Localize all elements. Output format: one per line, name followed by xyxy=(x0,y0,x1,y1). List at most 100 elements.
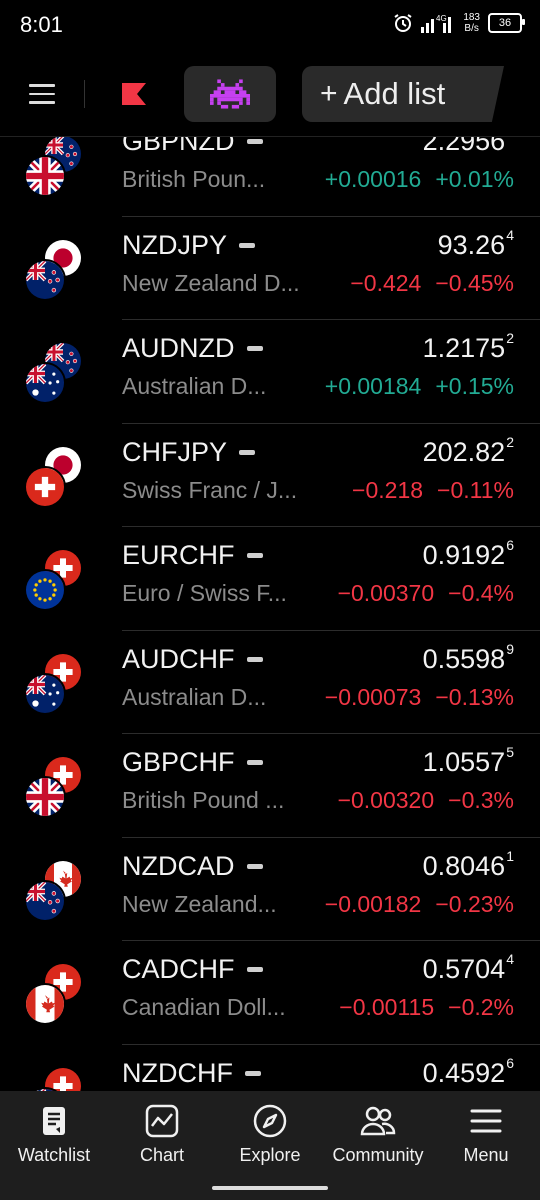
change-absolute: −0.218 xyxy=(352,476,424,503)
status-bar: 8:01 4G 183 B/s 36 xyxy=(0,0,540,50)
price-pip-digit: 2 xyxy=(506,330,514,346)
symbol-description: Euro / Swiss F... xyxy=(122,580,287,606)
symbol-name: GBPNZD xyxy=(122,137,263,157)
minus-icon[interactable] xyxy=(246,967,263,972)
watchlist-row-gbpchf[interactable]: GBPCHF British Pound ... 1.05575 −0.00320 −0… xyxy=(0,734,540,838)
currency-pair-flags xyxy=(24,137,86,197)
change-percent: −0.3% xyxy=(448,787,514,813)
minus-icon[interactable] xyxy=(239,242,256,248)
currency-pair-flags xyxy=(24,445,86,508)
flag-gb-icon xyxy=(24,776,66,818)
price-main: 0.5704 xyxy=(422,954,506,984)
watchlist-row-nzdcad[interactable]: NZDCAD New Zealand... 0.80461 −0.00182 −0.23… xyxy=(0,838,540,941)
add-list-label: Add list xyxy=(343,76,446,111)
symbol-name: GBPCHF xyxy=(122,747,263,778)
price-change: −0.00370 −0.4% xyxy=(338,580,514,607)
symbol-name: AUDNZD xyxy=(122,333,263,364)
plus-icon: + xyxy=(320,77,338,110)
price-pip-digit: 1 xyxy=(506,847,514,864)
nav-watchlist[interactable]: Watchlist xyxy=(0,1091,108,1191)
nav-explore[interactable]: Explore xyxy=(216,1091,324,1191)
price-pip-digit: 5 xyxy=(506,744,514,760)
minus-icon[interactable] xyxy=(246,139,263,144)
flag-ca-icon xyxy=(24,983,66,1025)
change-percent: −0.13% xyxy=(435,683,514,710)
currency-pair-flags xyxy=(24,756,86,818)
watchlist-tab-invader[interactable] xyxy=(184,66,276,122)
watchlist-row-chfjpy[interactable]: CHFJPY Swiss Franc / J... 202.822 −0.218 −0.… xyxy=(0,424,540,527)
minus-icon[interactable] xyxy=(246,553,263,558)
last-price: 0.55989 xyxy=(423,641,514,675)
symbol-description: Australian D... xyxy=(122,683,267,710)
symbol-description: Australian D... xyxy=(122,373,267,399)
currency-pair-flags xyxy=(24,963,86,1025)
watchlist-row-nzdchf[interactable]: NZDCHF 0.45926 xyxy=(0,1045,540,1091)
price-main: 0.4592 xyxy=(422,1057,506,1088)
price-change: +0.00016 +0.01% xyxy=(325,166,514,193)
minus-icon[interactable] xyxy=(246,760,263,765)
watchlist[interactable]: GBPNZD British Poun... 2.29561 +0.00016+0.0… xyxy=(0,137,540,1091)
last-price: 1.21752 xyxy=(422,330,514,364)
price-main: 0.9192 xyxy=(422,540,506,570)
watchlist-row-eurchf[interactable]: EURCHF Euro / Swiss F... 0.91926 −0.00370 −0… xyxy=(0,527,540,631)
last-price: 0.57044 xyxy=(422,951,514,985)
alarm-icon xyxy=(394,14,412,32)
symbol-description: Canadian Doll... xyxy=(122,994,286,1020)
change-percent: +0.15% xyxy=(435,373,514,399)
change-absolute: −0.00370 xyxy=(337,580,435,606)
nav-chart[interactable]: Chart xyxy=(108,1091,216,1191)
flag-ch-icon xyxy=(24,465,66,508)
nav-watchlist-label: Watchlist xyxy=(17,1145,91,1165)
nav-menu[interactable]: Menu xyxy=(432,1091,540,1191)
minus-icon[interactable] xyxy=(246,863,263,869)
currency-pair-flags xyxy=(24,342,86,404)
symbol-description: Swiss Franc / J... xyxy=(122,476,298,503)
symbol-label: AUDNZD xyxy=(122,333,235,363)
price-change: −0.00182 −0.23% xyxy=(325,891,514,918)
toolbar-divider xyxy=(84,80,85,108)
watchlist-row-audchf[interactable]: AUDCHF Australian D... 0.55989 −0.00073 −0.1… xyxy=(0,631,540,734)
watchlist-row-nzdjpy[interactable]: NZDJPY New Zealand D... 93.264 −0.424 −0.45% xyxy=(0,217,540,320)
chart-icon xyxy=(145,1104,179,1138)
flag-nz-icon xyxy=(24,258,66,301)
last-price: 0.45926 xyxy=(422,1055,514,1089)
community-icon xyxy=(360,1106,396,1136)
nav-community[interactable]: Community xyxy=(324,1091,432,1191)
symbol-name: NZDCHF xyxy=(122,1058,261,1089)
currency-pair-flags xyxy=(24,652,86,715)
flag-nz-icon xyxy=(24,879,66,922)
change-percent: +0.01% xyxy=(435,166,514,192)
watchlist-row-audnzd[interactable]: AUDNZD Australian D... 1.21752 +0.00184 +0.1… xyxy=(0,320,540,424)
symbol-name: NZDJPY xyxy=(122,230,256,261)
hamburger-icon[interactable] xyxy=(29,84,55,104)
symbol-description: British Pound ... xyxy=(122,787,285,813)
price-change: +0.00184 +0.15% xyxy=(325,373,514,400)
symbol-description: British Poun... xyxy=(122,166,266,192)
price-change: −0.00320 −0.3% xyxy=(338,787,514,814)
minus-icon[interactable] xyxy=(244,1070,261,1076)
change-percent: −0.45% xyxy=(435,269,514,296)
price-change: −0.424 −0.45% xyxy=(350,270,514,297)
svg-text:4G: 4G xyxy=(436,14,447,23)
last-price: 202.822 xyxy=(423,434,514,468)
change-absolute: −0.00115 xyxy=(339,994,435,1020)
nav-chart-label: Chart xyxy=(139,1145,184,1165)
last-price: 2.29561 xyxy=(423,137,514,157)
last-price: 93.264 xyxy=(438,227,514,261)
watchlist-row-cadchf[interactable]: CADCHF Canadian Doll... 0.57044 −0.00115 −0.… xyxy=(0,941,540,1045)
minus-icon[interactable] xyxy=(246,346,263,351)
nav-explore-label: Explore xyxy=(239,1145,301,1165)
add-list-button[interactable]: + Add list xyxy=(302,66,504,122)
symbol-label: AUDCHF xyxy=(122,643,235,674)
price-change: −0.00115 −0.2% xyxy=(339,994,514,1021)
watchlist-row-gbpnzd[interactable]: GBPNZD British Poun... 2.29561 +0.00016+0.0… xyxy=(0,137,540,217)
price-main: 1.0557 xyxy=(422,747,506,777)
symbol-label: CADCHF xyxy=(122,954,235,984)
symbol-name: AUDCHF xyxy=(122,644,263,675)
status-time: 8:01 xyxy=(20,12,63,37)
home-indicator[interactable] xyxy=(212,1186,328,1190)
minus-icon[interactable] xyxy=(246,656,263,662)
price-main: 1.2175 xyxy=(422,333,506,363)
brand-logo-icon[interactable] xyxy=(120,81,148,107)
minus-icon[interactable] xyxy=(239,449,256,455)
